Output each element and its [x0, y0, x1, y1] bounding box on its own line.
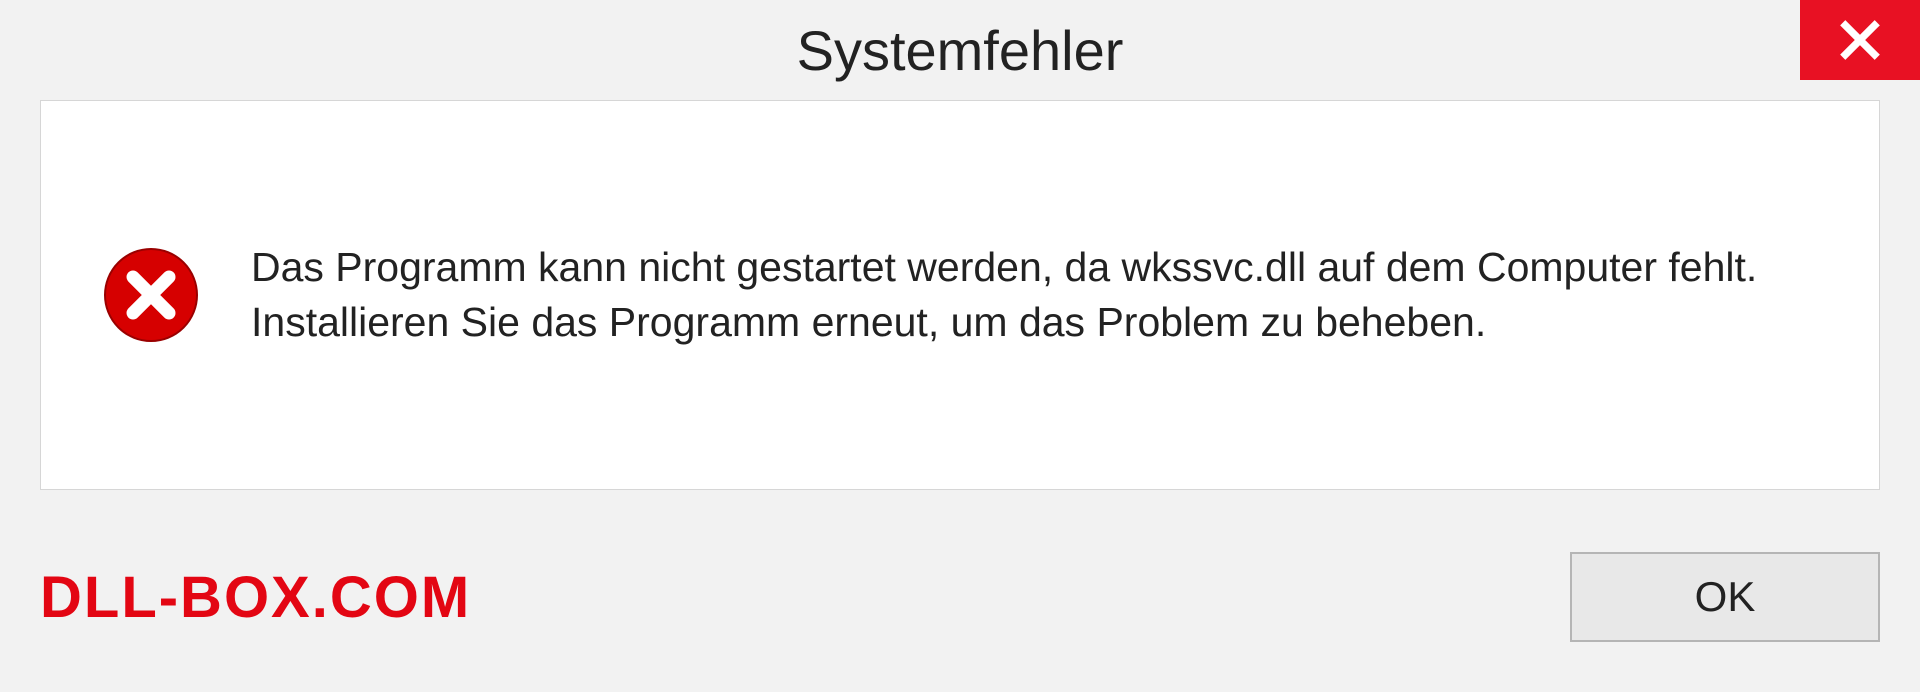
dialog-title: Systemfehler	[797, 18, 1124, 83]
error-dialog: Systemfehler Das Programm kann nicht ges…	[0, 0, 1920, 692]
close-button[interactable]	[1800, 0, 1920, 80]
ok-button[interactable]: OK	[1570, 552, 1880, 642]
watermark-text: DLL-BOX.COM	[40, 564, 471, 631]
error-icon	[101, 245, 201, 345]
close-icon	[1838, 18, 1882, 62]
content-panel: Das Programm kann nicht gestartet werden…	[40, 100, 1880, 490]
error-message: Das Programm kann nicht gestartet werden…	[251, 240, 1819, 351]
dialog-footer: DLL-BOX.COM OK	[0, 542, 1920, 652]
title-bar: Systemfehler	[0, 0, 1920, 100]
